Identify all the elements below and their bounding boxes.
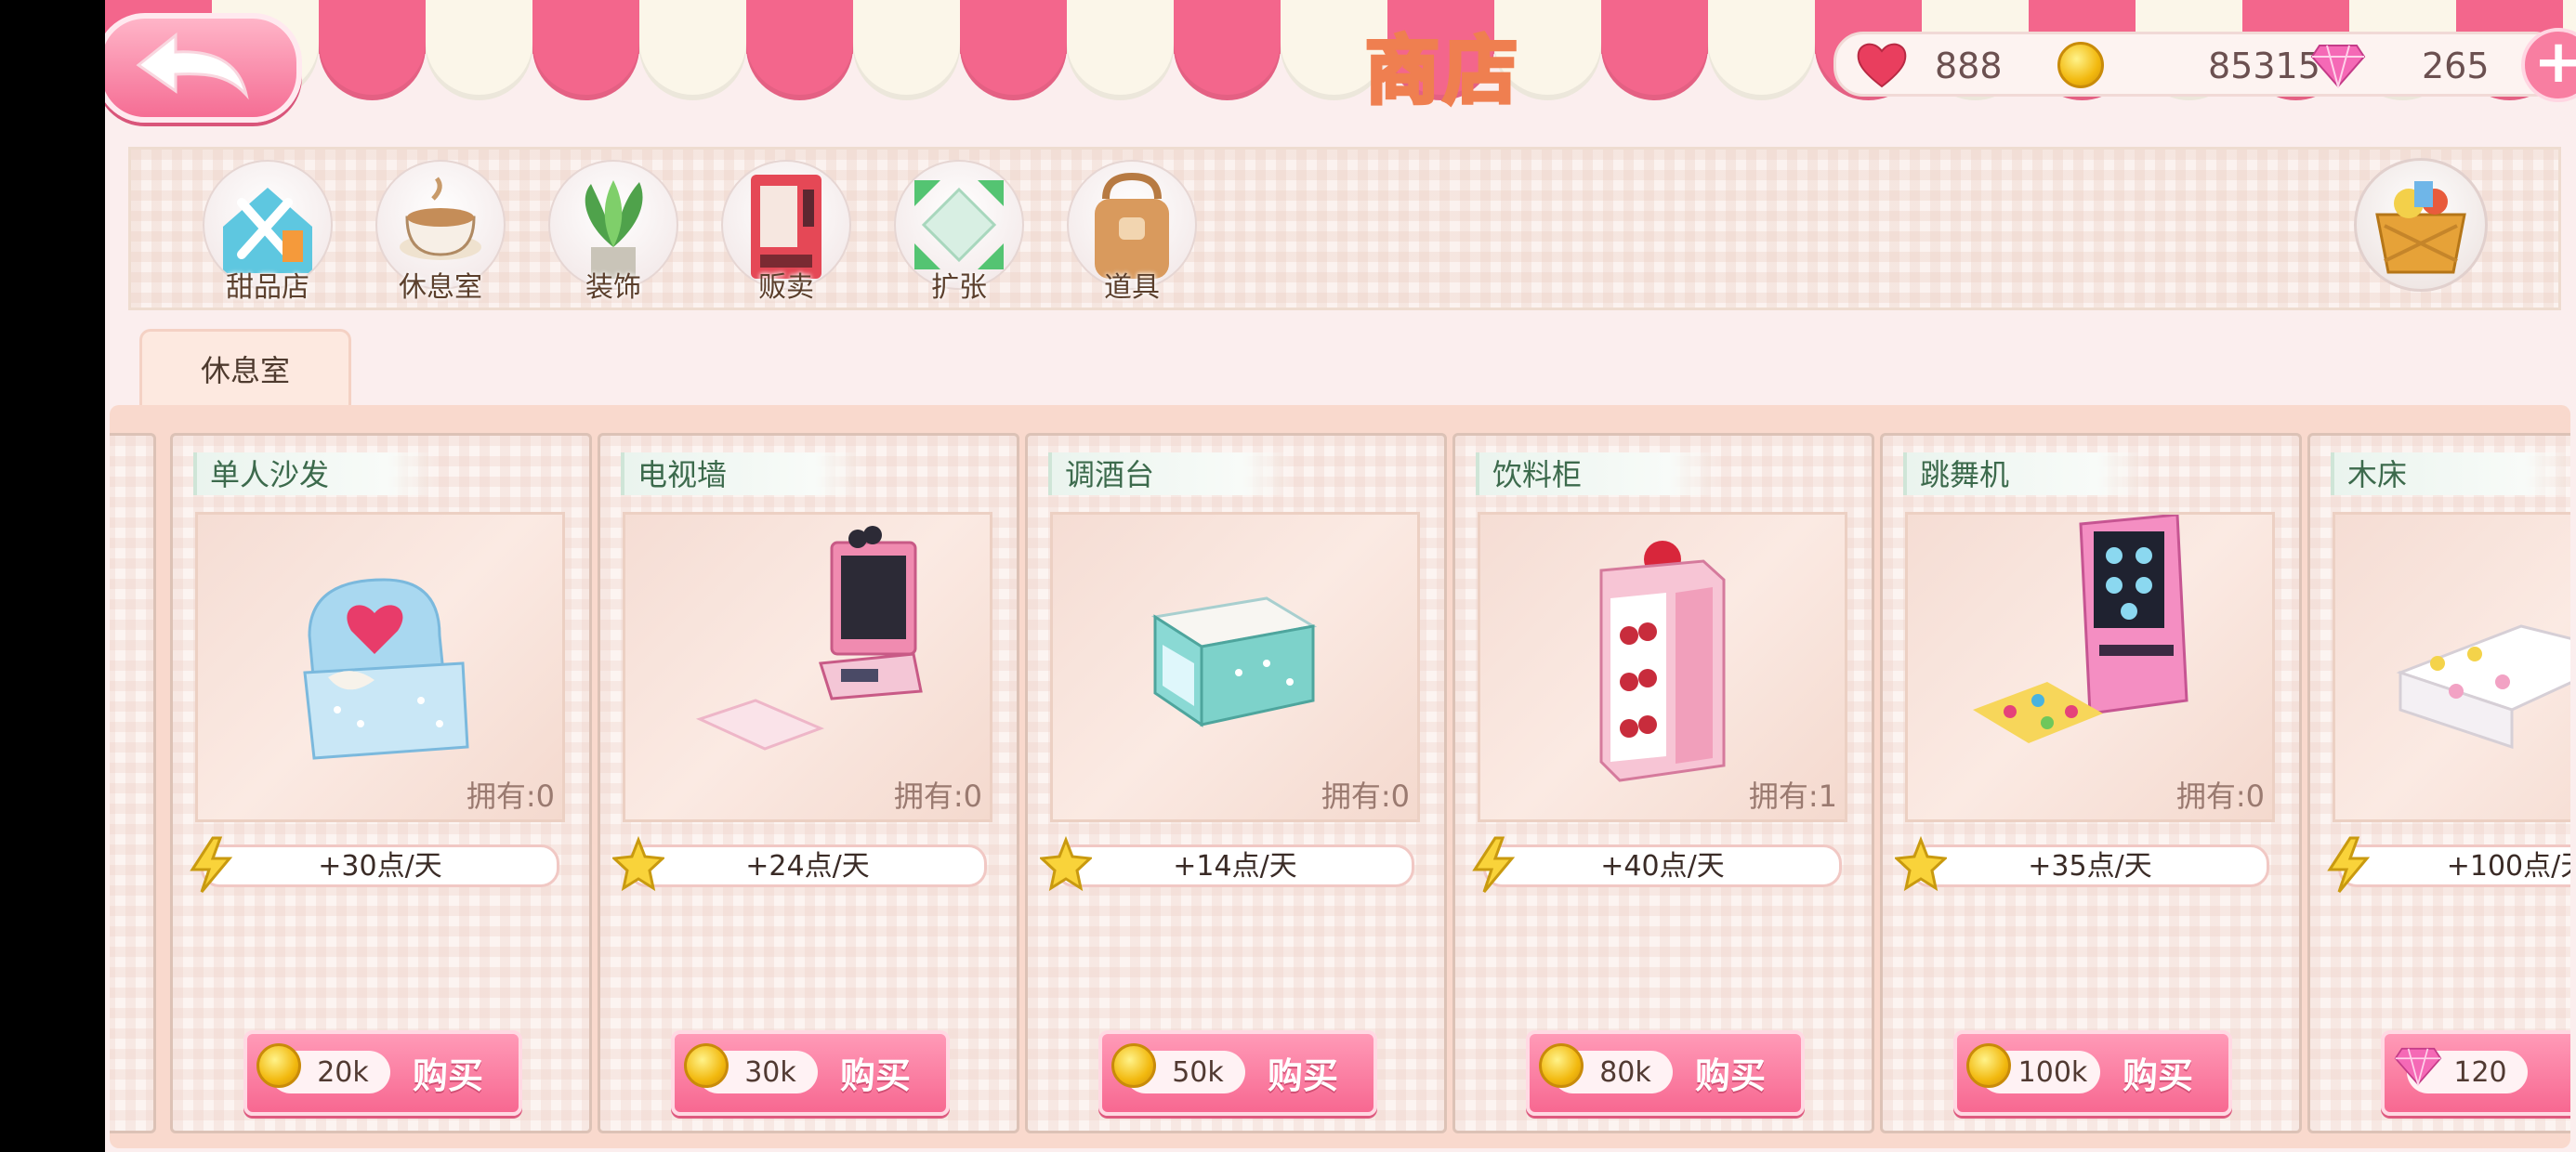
item-card-partial xyxy=(110,433,156,1133)
buy-label: 购买 xyxy=(2123,1055,2194,1096)
category-label: 装饰 xyxy=(585,271,641,304)
buy-label: 购买 xyxy=(1695,1055,1767,1096)
buy-label: 购买 xyxy=(413,1055,484,1096)
item-image xyxy=(2333,512,2570,822)
item-card[interactable]: 木床 +100点/天 120 xyxy=(2307,433,2570,1133)
coins-value: 85315 xyxy=(2208,46,2320,86)
coin-icon xyxy=(256,1043,301,1088)
buy-label: 购买 xyxy=(1268,1055,1339,1096)
points-per-day: +35点/天 xyxy=(1895,836,2269,892)
points-value: +14点/天 xyxy=(1173,850,1297,883)
item-card[interactable]: 调酒台 拥有:0 +14点/天 50k 购买 xyxy=(1025,433,1447,1133)
awning-scallop xyxy=(853,26,960,100)
item-name: 木床 xyxy=(2331,452,2570,495)
shop-screen: 商店 888 85315 265 + 甜品店 休息室 装饰 贩卖 扩张 道具 休… xyxy=(105,0,2576,1152)
owned-count: 拥有:0 xyxy=(1321,779,1410,814)
star-icon xyxy=(612,836,664,892)
category-items[interactable]: 道具 xyxy=(1062,160,1202,308)
owned-count: 拥有:0 xyxy=(2175,779,2265,814)
item-image: 拥有:0 xyxy=(1050,512,1420,822)
buy-button[interactable]: 50k 购买 xyxy=(1098,1030,1377,1116)
bed-icon xyxy=(2396,624,2570,750)
points-per-day: +30点/天 xyxy=(190,836,559,893)
page-title: 商店 xyxy=(1363,26,1521,116)
category-label: 休息室 xyxy=(399,271,482,304)
buy-button[interactable]: 120 xyxy=(2381,1030,2570,1116)
heart-icon xyxy=(1857,43,1907,88)
plus-icon: + xyxy=(2533,28,2576,97)
shopping-basket-button[interactable] xyxy=(2354,158,2488,292)
back-button[interactable] xyxy=(105,13,302,123)
item-name: 电视墙 xyxy=(621,452,862,495)
points-per-day: +40点/天 xyxy=(1472,836,1842,893)
category-decoration[interactable]: 装饰 xyxy=(544,160,683,308)
awning-scallop xyxy=(746,26,853,100)
points-value: +100点/天 xyxy=(2446,850,2570,883)
category-label: 贩卖 xyxy=(758,271,814,304)
owned-count: 拥有:0 xyxy=(466,779,555,814)
item-name: 单人沙发 xyxy=(193,452,435,495)
item-image: 拥有:1 xyxy=(1478,512,1847,822)
awning-scallop xyxy=(960,26,1067,100)
awning-scallop xyxy=(1067,26,1174,100)
item-card[interactable]: 单人沙发 拥有:0 +30点/天 20k 购买 xyxy=(170,433,592,1133)
awning-scallop xyxy=(639,26,746,100)
points-value: +30点/天 xyxy=(318,850,442,883)
item-card[interactable]: 跳舞机 拥有:0 +35点/天 100k 购买 xyxy=(1880,433,2302,1133)
tab-lounge[interactable]: 休息室 xyxy=(139,329,351,406)
points-value: +24点/天 xyxy=(745,850,870,883)
diamond-icon xyxy=(2310,45,2366,88)
category-expand[interactable]: 扩张 xyxy=(889,160,1029,308)
buy-button[interactable]: 30k 购买 xyxy=(671,1030,950,1116)
basket-icon xyxy=(2375,181,2466,274)
item-name: 饮料柜 xyxy=(1476,452,1717,495)
gems-value: 265 xyxy=(2422,46,2490,86)
hearts-value: 888 xyxy=(1935,46,2003,86)
category-vending[interactable]: 贩卖 xyxy=(716,160,856,308)
category-lounge[interactable]: 休息室 xyxy=(371,160,510,308)
awning-scallop xyxy=(319,26,426,100)
item-image: 拥有:0 xyxy=(195,512,565,822)
back-arrow-icon xyxy=(136,32,249,100)
category-label: 甜品店 xyxy=(226,271,309,304)
item-name: 跳舞机 xyxy=(1903,452,2145,495)
buy-button[interactable]: 20k 购买 xyxy=(243,1030,522,1116)
points-per-day: +14点/天 xyxy=(1040,836,1414,892)
points-per-day: +100点/天 xyxy=(2327,836,2570,893)
star-icon xyxy=(1895,836,1947,892)
star-icon xyxy=(1040,836,1092,892)
lightning-icon xyxy=(1472,836,1516,893)
category-label: 道具 xyxy=(1104,271,1160,304)
buy-button[interactable]: 80k 购买 xyxy=(1526,1030,1805,1116)
category-dessert-shop[interactable]: 甜品店 xyxy=(198,160,337,308)
item-image: 拥有:0 xyxy=(623,512,992,822)
coin-icon xyxy=(684,1043,729,1088)
owned-count: 拥有:0 xyxy=(893,779,982,814)
owned-count: 拥有:1 xyxy=(1748,779,1837,814)
buy-button[interactable]: 100k 购买 xyxy=(1953,1030,2232,1116)
item-card[interactable]: 电视墙 拥有:0 +24点/天 30k 购买 xyxy=(598,433,1019,1133)
currency-bar: 888 85315 265 xyxy=(1833,32,2564,97)
lightning-icon xyxy=(2327,836,2371,893)
awning-scallop xyxy=(532,26,639,100)
buy-label: 购买 xyxy=(840,1055,912,1096)
item-list-panel: 单人沙发 拥有:0 +30点/天 20k 购买 电视墙 拥有:0 +24点/天 … xyxy=(110,405,2570,1148)
coin-icon xyxy=(1966,1043,2011,1088)
awning-scallop xyxy=(426,26,532,100)
coin-icon xyxy=(1111,1043,1156,1088)
lightning-icon xyxy=(190,836,233,893)
coin-icon xyxy=(2057,42,2104,88)
points-value: +35点/天 xyxy=(2028,850,2152,883)
item-image: 拥有:0 xyxy=(1905,512,2275,822)
item-name: 调酒台 xyxy=(1048,452,1290,495)
category-label: 扩张 xyxy=(931,271,987,304)
diamond-icon xyxy=(2394,1047,2442,1086)
coin-icon xyxy=(1539,1043,1584,1088)
item-card[interactable]: 饮料柜 拥有:1 +40点/天 80k 购买 xyxy=(1452,433,1874,1133)
awning-scallop xyxy=(1708,26,1815,100)
points-value: +40点/天 xyxy=(1600,850,1725,883)
points-per-day: +24点/天 xyxy=(612,836,987,892)
